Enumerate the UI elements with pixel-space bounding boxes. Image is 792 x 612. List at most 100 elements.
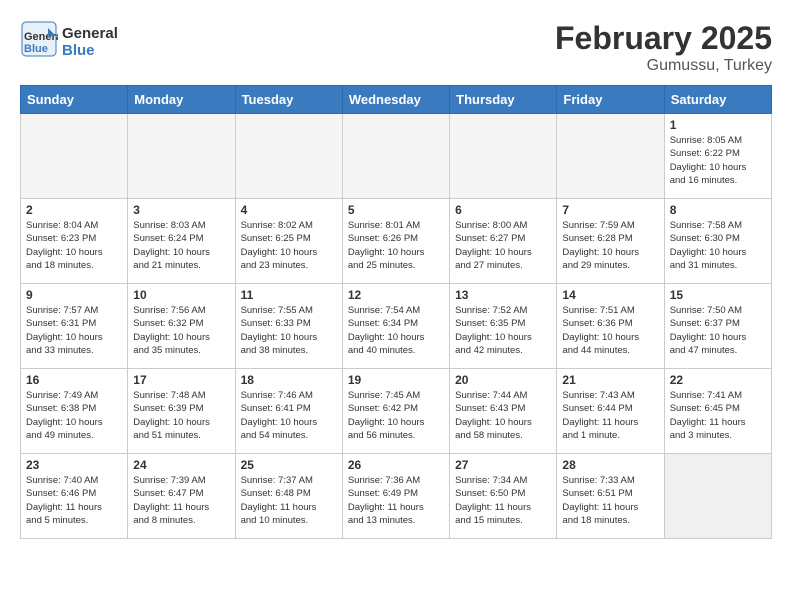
- calendar-cell: 6 Sunrise: 8:00 AM Sunset: 6:27 PM Daylig…: [450, 199, 557, 284]
- day-info: Sunrise: 8:02 AM Sunset: 6:25 PM Dayligh…: [241, 219, 337, 272]
- calendar-cell: [235, 114, 342, 199]
- weekday-header-saturday: Saturday: [664, 86, 771, 114]
- logo-blue: Blue: [62, 42, 118, 59]
- day-info: Sunrise: 8:01 AM Sunset: 6:26 PM Dayligh…: [348, 219, 444, 272]
- calendar-week-row: 2 Sunrise: 8:04 AM Sunset: 6:23 PM Daylig…: [21, 199, 772, 284]
- calendar-cell: 1 Sunrise: 8:05 AM Sunset: 6:22 PM Daylig…: [664, 114, 771, 199]
- day-number: 14: [562, 288, 658, 302]
- logo-general: General: [62, 25, 118, 42]
- day-info: Sunrise: 7:39 AM Sunset: 6:47 PM Dayligh…: [133, 474, 229, 527]
- day-number: 17: [133, 373, 229, 387]
- weekday-header-monday: Monday: [128, 86, 235, 114]
- calendar-cell: 20 Sunrise: 7:44 AM Sunset: 6:43 PM Dayli…: [450, 369, 557, 454]
- day-number: 22: [670, 373, 766, 387]
- weekday-header-wednesday: Wednesday: [342, 86, 449, 114]
- calendar-cell: 13 Sunrise: 7:52 AM Sunset: 6:35 PM Dayli…: [450, 284, 557, 369]
- day-info: Sunrise: 8:05 AM Sunset: 6:22 PM Dayligh…: [670, 134, 766, 187]
- day-info: Sunrise: 7:37 AM Sunset: 6:48 PM Dayligh…: [241, 474, 337, 527]
- calendar-cell: 25 Sunrise: 7:37 AM Sunset: 6:48 PM Dayli…: [235, 454, 342, 539]
- calendar-week-row: 9 Sunrise: 7:57 AM Sunset: 6:31 PM Daylig…: [21, 284, 772, 369]
- calendar-cell: 26 Sunrise: 7:36 AM Sunset: 6:49 PM Dayli…: [342, 454, 449, 539]
- calendar-cell: 5Sunrise: 8:01 AM Sunset: 6:26 PM Daylig…: [342, 199, 449, 284]
- day-info: Sunrise: 7:34 AM Sunset: 6:50 PM Dayligh…: [455, 474, 551, 527]
- day-info: Sunrise: 7:43 AM Sunset: 6:44 PM Dayligh…: [562, 389, 658, 442]
- day-number: 10: [133, 288, 229, 302]
- calendar-cell: 23Sunrise: 7:40 AM Sunset: 6:46 PM Dayli…: [21, 454, 128, 539]
- calendar-cell: 27 Sunrise: 7:34 AM Sunset: 6:50 PM Dayli…: [450, 454, 557, 539]
- svg-text:Blue: Blue: [24, 43, 48, 55]
- day-info: Sunrise: 7:33 AM Sunset: 6:51 PM Dayligh…: [562, 474, 658, 527]
- day-info: Sunrise: 7:46 AM Sunset: 6:41 PM Dayligh…: [241, 389, 337, 442]
- calendar-cell: 16 Sunrise: 7:49 AM Sunset: 6:38 PM Dayli…: [21, 369, 128, 454]
- calendar-cell: 4 Sunrise: 8:02 AM Sunset: 6:25 PM Daylig…: [235, 199, 342, 284]
- day-number: 6: [455, 203, 551, 217]
- day-number: 28: [562, 458, 658, 472]
- calendar-cell: [21, 114, 128, 199]
- day-number: 21: [562, 373, 658, 387]
- calendar-cell: 18 Sunrise: 7:46 AM Sunset: 6:41 PM Dayli…: [235, 369, 342, 454]
- calendar-cell: [342, 114, 449, 199]
- day-number: 27: [455, 458, 551, 472]
- calendar-cell: 19Sunrise: 7:45 AM Sunset: 6:42 PM Dayli…: [342, 369, 449, 454]
- day-number: 20: [455, 373, 551, 387]
- day-number: 23: [26, 458, 122, 472]
- day-info: Sunrise: 7:49 AM Sunset: 6:38 PM Dayligh…: [26, 389, 122, 442]
- calendar-cell: 10 Sunrise: 7:56 AM Sunset: 6:32 PM Dayli…: [128, 284, 235, 369]
- weekday-header-sunday: Sunday: [21, 86, 128, 114]
- day-number: 1: [670, 118, 766, 132]
- day-info: Sunrise: 7:57 AM Sunset: 6:31 PM Dayligh…: [26, 304, 122, 357]
- calendar-cell: 11 Sunrise: 7:55 AM Sunset: 6:33 PM Dayli…: [235, 284, 342, 369]
- day-number: 19: [348, 373, 444, 387]
- calendar-cell: 14 Sunrise: 7:51 AM Sunset: 6:36 PM Dayli…: [557, 284, 664, 369]
- day-info: Sunrise: 8:04 AM Sunset: 6:23 PM Dayligh…: [26, 219, 122, 272]
- day-info: Sunrise: 8:00 AM Sunset: 6:27 PM Dayligh…: [455, 219, 551, 272]
- calendar-cell: [557, 114, 664, 199]
- calendar-table: SundayMondayTuesdayWednesdayThursdayFrid…: [20, 85, 772, 539]
- day-info: Sunrise: 7:59 AM Sunset: 6:28 PM Dayligh…: [562, 219, 658, 272]
- calendar-week-row: 1 Sunrise: 8:05 AM Sunset: 6:22 PM Daylig…: [21, 114, 772, 199]
- calendar-cell: 9 Sunrise: 7:57 AM Sunset: 6:31 PM Daylig…: [21, 284, 128, 369]
- day-number: 7: [562, 203, 658, 217]
- day-info: Sunrise: 7:36 AM Sunset: 6:49 PM Dayligh…: [348, 474, 444, 527]
- calendar-cell: [450, 114, 557, 199]
- calendar-cell: 28 Sunrise: 7:33 AM Sunset: 6:51 PM Dayli…: [557, 454, 664, 539]
- day-number: 15: [670, 288, 766, 302]
- day-info: Sunrise: 7:58 AM Sunset: 6:30 PM Dayligh…: [670, 219, 766, 272]
- day-info: Sunrise: 7:51 AM Sunset: 6:36 PM Dayligh…: [562, 304, 658, 357]
- calendar-cell: [128, 114, 235, 199]
- logo: General Blue General Blue: [20, 20, 118, 63]
- calendar-cell: 12 Sunrise: 7:54 AM Sunset: 6:34 PM Dayli…: [342, 284, 449, 369]
- calendar-week-row: 23Sunrise: 7:40 AM Sunset: 6:46 PM Dayli…: [21, 454, 772, 539]
- weekday-header-tuesday: Tuesday: [235, 86, 342, 114]
- weekday-header-row: SundayMondayTuesdayWednesdayThursdayFrid…: [21, 86, 772, 114]
- calendar-cell: 22 Sunrise: 7:41 AM Sunset: 6:45 PM Dayli…: [664, 369, 771, 454]
- day-number: 11: [241, 288, 337, 302]
- calendar-title: February 2025 Gumussu, Turkey: [555, 20, 772, 75]
- weekday-header-thursday: Thursday: [450, 86, 557, 114]
- day-info: Sunrise: 7:41 AM Sunset: 6:45 PM Dayligh…: [670, 389, 766, 442]
- day-number: 18: [241, 373, 337, 387]
- day-info: Sunrise: 7:54 AM Sunset: 6:34 PM Dayligh…: [348, 304, 444, 357]
- day-info: Sunrise: 7:44 AM Sunset: 6:43 PM Dayligh…: [455, 389, 551, 442]
- day-number: 13: [455, 288, 551, 302]
- day-number: 3: [133, 203, 229, 217]
- calendar-cell: 7 Sunrise: 7:59 AM Sunset: 6:28 PM Daylig…: [557, 199, 664, 284]
- day-number: 8: [670, 203, 766, 217]
- calendar-week-row: 16 Sunrise: 7:49 AM Sunset: 6:38 PM Dayli…: [21, 369, 772, 454]
- day-info: Sunrise: 7:55 AM Sunset: 6:33 PM Dayligh…: [241, 304, 337, 357]
- day-number: 25: [241, 458, 337, 472]
- day-number: 2: [26, 203, 122, 217]
- day-number: 12: [348, 288, 444, 302]
- day-number: 26: [348, 458, 444, 472]
- day-number: 4: [241, 203, 337, 217]
- day-info: Sunrise: 7:56 AM Sunset: 6:32 PM Dayligh…: [133, 304, 229, 357]
- day-info: Sunrise: 7:50 AM Sunset: 6:37 PM Dayligh…: [670, 304, 766, 357]
- calendar-cell: 3 Sunrise: 8:03 AM Sunset: 6:24 PM Daylig…: [128, 199, 235, 284]
- day-info: Sunrise: 7:52 AM Sunset: 6:35 PM Dayligh…: [455, 304, 551, 357]
- calendar-cell: 15 Sunrise: 7:50 AM Sunset: 6:37 PM Dayli…: [664, 284, 771, 369]
- calendar-cell: 21 Sunrise: 7:43 AM Sunset: 6:44 PM Dayli…: [557, 369, 664, 454]
- day-info: Sunrise: 8:03 AM Sunset: 6:24 PM Dayligh…: [133, 219, 229, 272]
- day-number: 16: [26, 373, 122, 387]
- day-number: 9: [26, 288, 122, 302]
- day-number: 24: [133, 458, 229, 472]
